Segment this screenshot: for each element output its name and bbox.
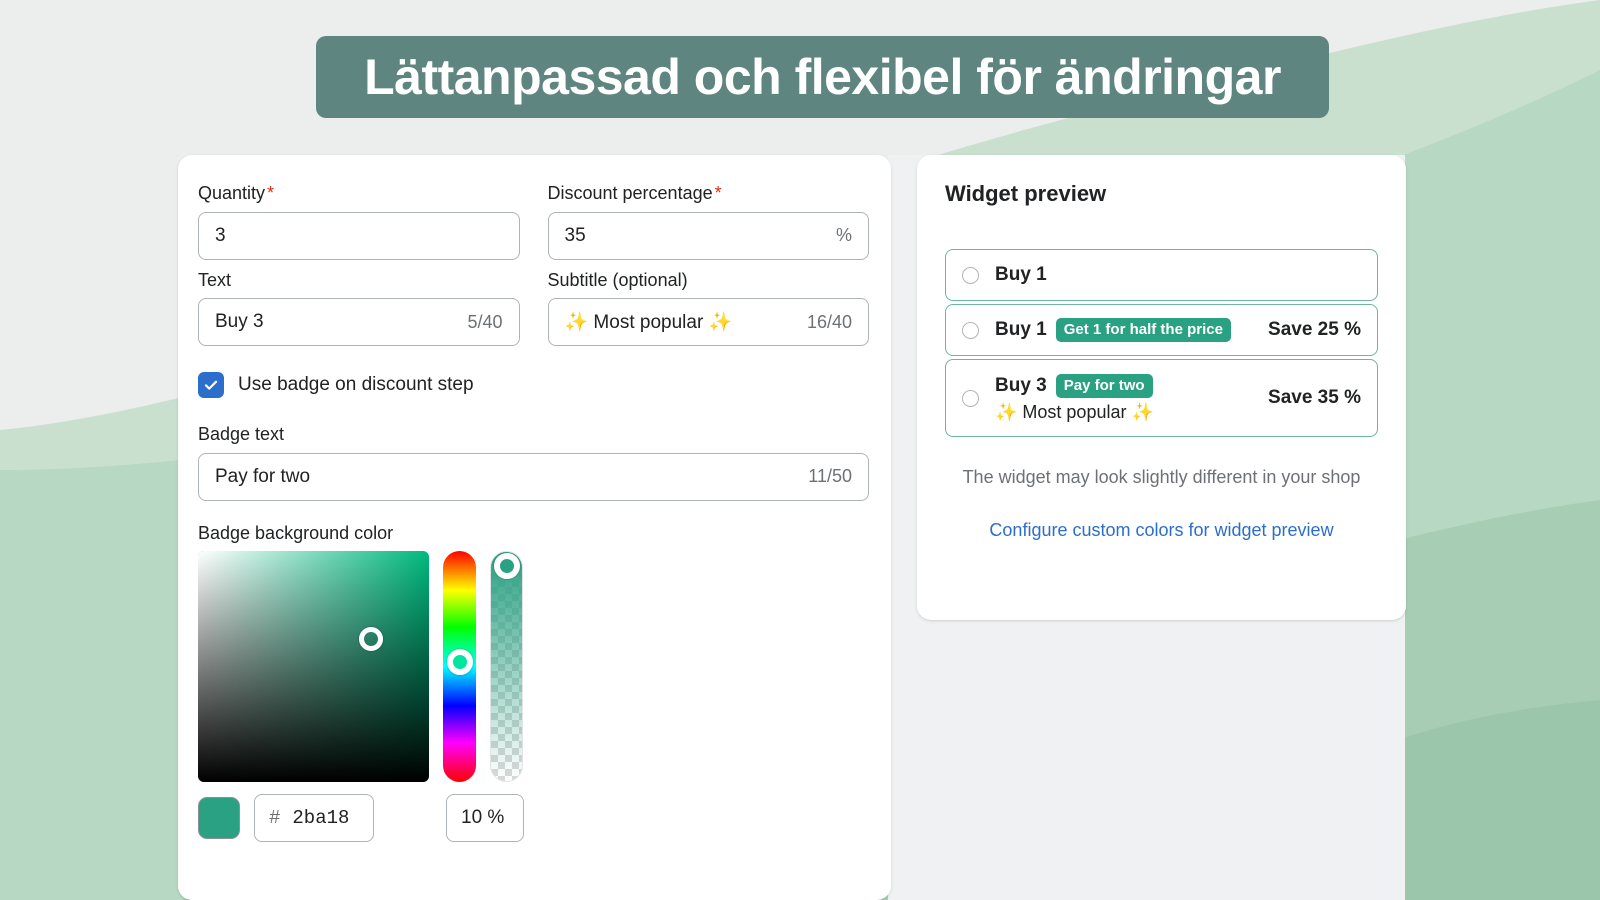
subtitle-character-counter: 16/40 (806, 311, 852, 332)
badge-text-input-value: Pay for two (215, 465, 311, 487)
offer-row[interactable]: Buy 1 Get 1 for half the price Save 25 % (945, 304, 1378, 356)
quantity-discount-row: Quantity * 3 Discount percentage * 35 % (198, 183, 869, 260)
offer-content: Buy 1 (995, 264, 1361, 286)
screenshot-root: Lättanpassad och flexibel för ändringar … (0, 0, 1600, 900)
text-label: Text (198, 269, 232, 290)
quantity-label-text: Quantity (198, 183, 266, 203)
badge-text-label: Badge text (198, 424, 285, 445)
badge-text-character-counter: 11/50 (808, 466, 852, 487)
headline-banner: Lättanpassad och flexibel för ändringar (316, 36, 1329, 118)
saturation-handle[interactable] (359, 627, 384, 652)
discount-percentage-label: Discount percentage * (548, 183, 870, 205)
current-color-swatch[interactable] (198, 797, 240, 840)
offer-content: Buy 3 Pay for two ✨ Most popular ✨ (995, 373, 1256, 423)
opacity-input[interactable]: 10 % (446, 794, 524, 843)
offer-save-label: Save 35 % (1268, 387, 1361, 408)
color-value-row: # 2ba18 10 % (198, 794, 869, 843)
widget-preview-card: Widget preview Buy 1 Buy 1 Get 1 for hal… (917, 155, 1406, 620)
use-badge-checkbox-row[interactable]: Use badge on discount step (198, 372, 869, 399)
offer-subtitle: ✨ Most popular ✨ (995, 401, 1154, 422)
opacity-gradient (491, 552, 522, 782)
badge-background-color-label: Badge background color (198, 522, 394, 543)
offer-radio-button[interactable] (962, 389, 979, 407)
opacity-slider[interactable] (490, 551, 523, 783)
badge-text-field-group: Badge text Pay for two 11/50 (198, 424, 869, 501)
discount-percentage-field-group: Discount percentage * 35 % (547, 183, 870, 260)
subtitle-label: Subtitle (optional) (547, 269, 688, 290)
offer-radio-button[interactable] (962, 321, 979, 339)
offer-row[interactable]: Buy 1 (945, 249, 1378, 301)
discount-step-form-card: Quantity * 3 Discount percentage * 35 % Te… (178, 155, 891, 900)
hex-color-value: 2ba18 (292, 807, 350, 830)
offer-title: Buy 1 (995, 264, 1047, 285)
widget-preview-title: Widget preview (945, 181, 1107, 206)
quantity-label: Quantity * (198, 183, 520, 205)
opacity-value: 10 % (461, 807, 505, 829)
text-field-group: Text Buy 3 5/40 (198, 270, 520, 347)
hue-slider[interactable] (443, 551, 476, 783)
offer-content: Buy 1 Get 1 for half the price (995, 318, 1256, 342)
quantity-field-group: Quantity * 3 (198, 183, 520, 260)
saturation-black-gradient (198, 551, 429, 783)
text-character-counter: 5/40 (467, 311, 503, 332)
quantity-required-marker: * (267, 183, 275, 203)
discount-percentage-input-value: 35 (564, 224, 586, 246)
text-input[interactable]: Buy 3 5/40 (198, 298, 520, 347)
offer-title: Buy 3 (995, 374, 1047, 396)
subtitle-input[interactable]: ✨ Most popular ✨ 16/40 (547, 298, 869, 347)
offer-title: Buy 1 (995, 319, 1047, 340)
use-badge-checkbox[interactable] (198, 372, 224, 399)
offer-headline: Buy 1 (995, 264, 1361, 286)
headline-text: Lättanpassad och flexibel för ändringar (364, 49, 1281, 105)
quantity-input[interactable]: 3 (198, 211, 520, 260)
hue-slider-handle[interactable] (446, 649, 473, 676)
opacity-slider-handle[interactable] (493, 553, 520, 580)
offer-badge: Pay for two (1055, 373, 1153, 398)
hash-symbol: # (269, 807, 281, 830)
color-picker (198, 551, 869, 783)
subtitle-field-group: Subtitle (optional) ✨ Most popular ✨ 16/… (547, 269, 869, 347)
saturation-brightness-area[interactable] (198, 551, 429, 783)
text-subtitle-row: Text Buy 3 5/40 Subtitle (optional) ✨ Mo… (198, 270, 869, 347)
badge-text-input[interactable]: Pay for two 11/50 (198, 452, 869, 501)
text-input-value: Buy 3 (215, 311, 264, 333)
configure-custom-colors-link[interactable]: Configure custom colors for widget previ… (945, 520, 1378, 541)
use-badge-checkbox-label: Use badge on discount step (238, 374, 474, 396)
subtitle-input-value: ✨ Most popular ✨ (564, 312, 733, 334)
percent-suffix: % (835, 225, 852, 246)
quantity-input-value: 3 (215, 224, 226, 246)
checkmark-icon (204, 380, 218, 390)
offer-badge: Get 1 for half the price (1055, 318, 1231, 342)
discount-percentage-input[interactable]: 35 % (547, 211, 869, 260)
preview-disclaimer-text: The widget may look slightly different i… (962, 467, 1361, 487)
offer-headline: Buy 1 Get 1 for half the price (995, 318, 1256, 342)
offer-radio-button[interactable] (962, 266, 979, 284)
hex-color-input[interactable]: # 2ba18 (254, 794, 374, 843)
offer-headline: Buy 3 Pay for two (995, 373, 1256, 398)
offer-row[interactable]: Buy 3 Pay for two ✨ Most popular ✨ Save … (945, 359, 1378, 437)
discount-percentage-label-text: Discount percentage (547, 183, 713, 203)
offer-save-label: Save 25 % (1268, 319, 1361, 340)
discount-percentage-required-marker: * (714, 183, 722, 203)
